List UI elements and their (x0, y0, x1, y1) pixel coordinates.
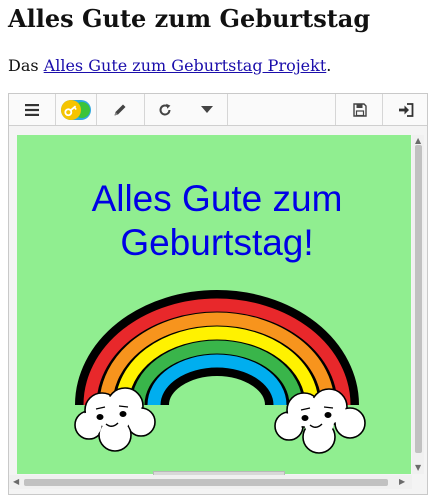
vertical-scroll-thumb[interactable] (415, 145, 422, 453)
horizontal-scroll-thumb[interactable] (24, 479, 388, 486)
scroll-left-arrow-icon[interactable]: ◀ (13, 477, 19, 487)
horizontal-scrollbar[interactable]: ◀ ▶ (9, 475, 412, 489)
login-key-icon (60, 99, 91, 120)
menu-button[interactable] (9, 94, 56, 125)
login-button[interactable] (55, 94, 97, 125)
sign-in-button[interactable] (382, 94, 428, 125)
save-button[interactable] (335, 94, 383, 125)
menu-icon (25, 103, 39, 116)
page-title: Alles Gute zum Geburtstag (8, 4, 371, 33)
reload-icon (159, 103, 171, 115)
stage-canvas[interactable]: Alles Gute zum Geburtstag! (17, 135, 411, 474)
intro-suffix: . (326, 56, 332, 75)
sign-in-icon (398, 102, 413, 117)
vertical-scrollbar[interactable]: ▲ ▼ (412, 135, 424, 474)
pencil-icon (114, 104, 126, 115)
dropdown-caret-icon (200, 106, 213, 113)
more-dropdown-button[interactable] (186, 94, 228, 125)
edit-button[interactable] (96, 94, 145, 125)
rainbow-sprite (74, 290, 366, 454)
scroll-right-arrow-icon[interactable]: ▶ (399, 477, 405, 487)
save-icon (352, 102, 367, 117)
scroll-down-arrow-icon[interactable]: ▼ (415, 463, 421, 473)
reload-button[interactable] (144, 94, 186, 125)
intro-text: Das (8, 56, 44, 75)
project-widget: Alles Gute zum Geburtstag! ▲ ▼ ◀ ▶ (8, 93, 428, 495)
project-link[interactable]: Alles Gute zum Geburtstag Projekt (44, 56, 327, 75)
intro-paragraph: Das Alles Gute zum Geburtstag Projekt. (8, 55, 331, 77)
toolbar (9, 94, 427, 126)
